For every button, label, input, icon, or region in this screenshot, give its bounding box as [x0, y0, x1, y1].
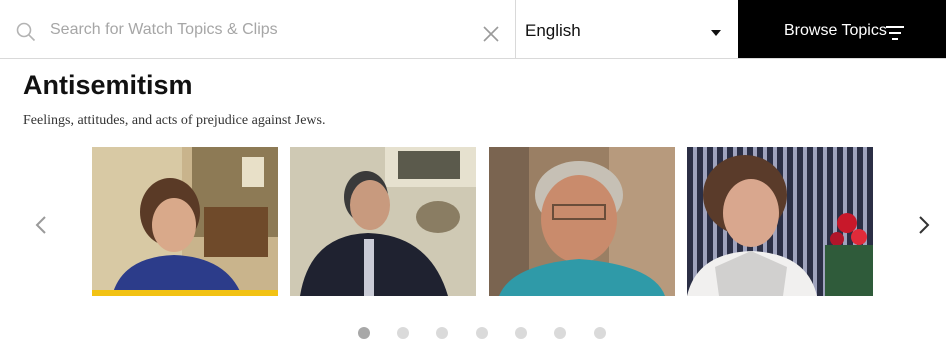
pagination-dot[interactable]	[515, 327, 527, 339]
pagination-dot[interactable]	[358, 327, 370, 339]
search-bar	[0, 0, 516, 58]
chevron-down-icon	[711, 30, 721, 36]
browse-topics-label: Browse Topics	[784, 22, 887, 39]
carousel-pagination	[358, 327, 608, 339]
topic-description: Feelings, attitudes, and acts of prejudi…	[23, 113, 326, 128]
pagination-dot[interactable]	[476, 327, 488, 339]
chevron-right-icon[interactable]	[912, 211, 936, 239]
chevron-left-icon[interactable]	[29, 211, 53, 239]
filter-icon	[886, 26, 904, 40]
search-input[interactable]	[50, 17, 470, 43]
language-select[interactable]: English	[516, 0, 738, 58]
page-title: Antisemitism	[23, 70, 193, 100]
language-selected-label: English	[525, 21, 581, 40]
video-thumbnail[interactable]	[92, 147, 278, 296]
video-thumbnail[interactable]	[290, 147, 476, 296]
video-thumbnail[interactable]	[687, 147, 873, 296]
browse-topics-button[interactable]: Browse Topics	[738, 0, 946, 58]
video-thumbnail[interactable]	[489, 147, 675, 296]
pagination-dot[interactable]	[594, 327, 606, 339]
close-icon[interactable]	[481, 24, 501, 44]
pagination-dot[interactable]	[397, 327, 409, 339]
top-bar: English Browse Topics	[0, 0, 946, 59]
search-icon	[16, 22, 36, 42]
active-thumbnail-indicator	[92, 290, 278, 296]
pagination-dot[interactable]	[554, 327, 566, 339]
pagination-dot[interactable]	[436, 327, 448, 339]
